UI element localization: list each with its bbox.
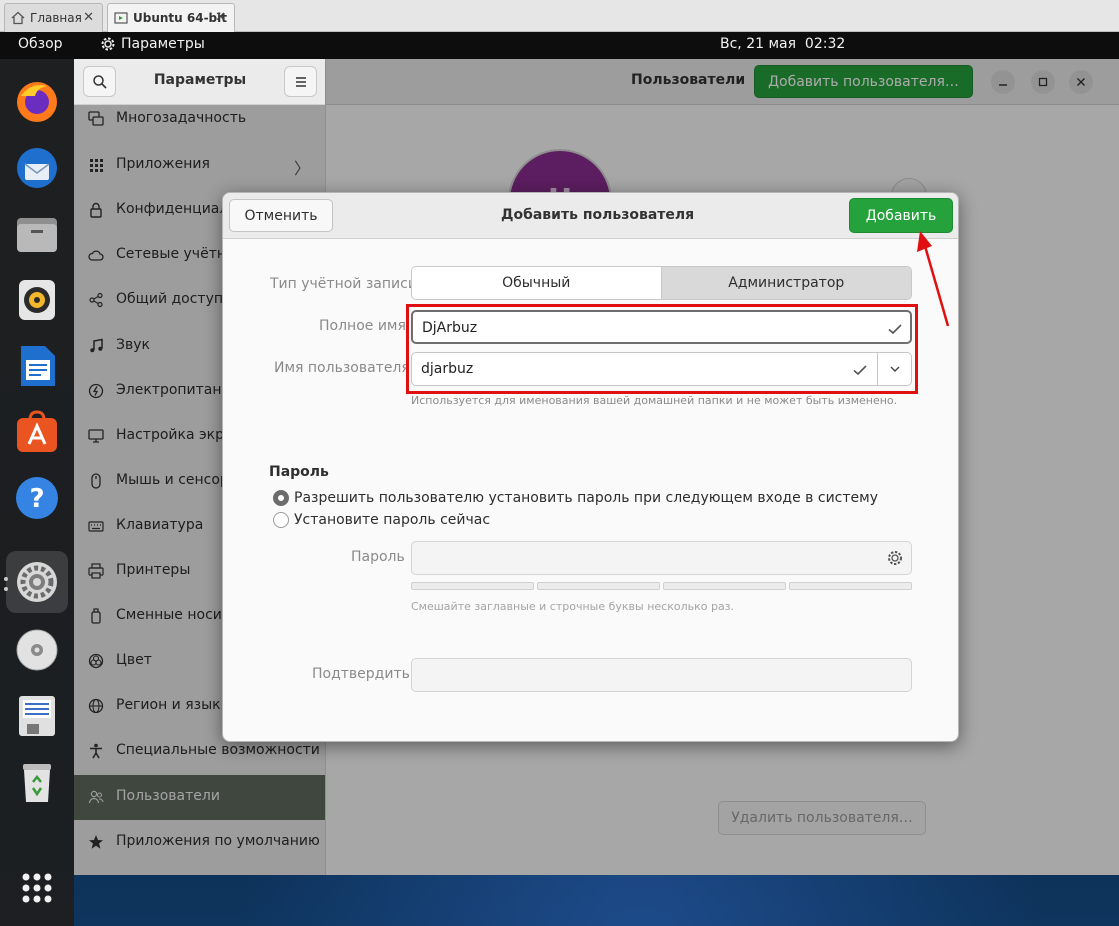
help-icon: ? <box>16 477 58 519</box>
checkmark-icon <box>888 324 902 335</box>
dialog-title: Добавить пользователя <box>501 207 695 223</box>
dock-trash[interactable] <box>12 757 62 807</box>
app-menu-label: Параметры <box>121 36 205 52</box>
host-tab-home[interactable]: Главная ✕ <box>4 3 103 32</box>
username-field[interactable]: djarbuz <box>411 352 878 386</box>
libreoffice-writer-icon <box>21 346 55 386</box>
add-user-dialog: Отменить Добавить пользователя Добавить … <box>222 192 959 742</box>
dock-firefox[interactable] <box>12 77 62 127</box>
radio-set-password-later[interactable]: Разрешить пользователю установить пароль… <box>273 490 878 506</box>
dock-show-apps[interactable] <box>12 863 62 913</box>
username-label: Имя пользователя <box>274 360 410 376</box>
trash-icon <box>23 764 51 802</box>
dvd-icon <box>16 629 58 671</box>
strength-segment <box>663 582 786 590</box>
hamburger-menu-icon <box>295 76 306 87</box>
dock-settings[interactable] <box>6 551 68 613</box>
chevron-down-icon <box>890 366 899 372</box>
host-tab-vm[interactable]: Ubuntu 64-bit ✕ <box>107 3 235 32</box>
floppy-icon <box>19 696 55 736</box>
password-heading: Пароль <box>269 464 329 480</box>
dock-dvd[interactable] <box>12 625 62 675</box>
strength-segment <box>537 582 660 590</box>
dock-files[interactable] <box>12 209 62 259</box>
password-strength-bar <box>411 582 912 590</box>
radio-label: Разрешить пользователю установить пароль… <box>294 490 878 506</box>
top-bar: Обзор Параметры Вс, 21 мая 02:32 <box>0 32 1119 59</box>
dock-thunderbird[interactable] <box>12 143 62 193</box>
password-field[interactable] <box>411 541 912 575</box>
firefox-icon <box>17 82 57 122</box>
close-icon[interactable]: ✕ <box>215 10 226 25</box>
generate-password-icon[interactable] <box>886 549 904 567</box>
app-menu[interactable]: Параметры <box>100 36 205 52</box>
fullname-label: Полное имя <box>319 318 406 334</box>
running-indicator <box>4 577 8 581</box>
account-type-label: Тип учётной записи <box>270 276 417 292</box>
dock-writer[interactable] <box>12 341 62 391</box>
host-tab-label: Ubuntu 64-bit <box>133 11 227 25</box>
account-type-standard[interactable]: Обычный <box>412 267 662 299</box>
confirm-password-label: Подтвердить <box>312 666 410 682</box>
username-suggestions-button[interactable] <box>877 352 912 386</box>
strength-segment <box>411 582 534 590</box>
dock-floppy[interactable] <box>12 691 62 741</box>
host-tab-strip: Главная ✕ Ubuntu 64-bit ✕ <box>0 0 1119 32</box>
thunderbird-icon <box>17 148 57 188</box>
clock[interactable]: Вс, 21 мая 02:32 <box>720 36 845 52</box>
gear-icon <box>101 37 115 51</box>
dock: ? <box>0 59 74 926</box>
cancel-button[interactable]: Отменить <box>229 199 333 232</box>
activities-button[interactable]: Обзор <box>18 36 63 52</box>
fullname-value: DjArbuz <box>422 320 478 336</box>
running-indicator <box>4 587 8 591</box>
password-hint: Смешайте заглавные и строчные буквы неск… <box>411 600 735 613</box>
vm-icon <box>114 12 128 24</box>
home-icon <box>11 11 25 25</box>
settings-icon <box>17 562 57 602</box>
password-label: Пароль <box>351 549 405 565</box>
dock-app-center[interactable] <box>12 407 62 457</box>
files-icon <box>17 218 57 252</box>
strength-segment <box>789 582 912 590</box>
add-button[interactable]: Добавить <box>849 198 953 233</box>
radio-button-checked[interactable] <box>273 490 289 506</box>
sidebar-header: Параметры <box>74 59 325 105</box>
dialog-header: Отменить Добавить пользователя Добавить <box>223 193 958 239</box>
svg-text:?: ? <box>29 484 44 514</box>
app-center-icon <box>17 410 57 452</box>
confirm-password-field[interactable] <box>411 658 912 692</box>
radio-button[interactable] <box>273 512 289 528</box>
username-value: djarbuz <box>421 361 474 377</box>
menu-button[interactable] <box>284 66 317 97</box>
account-type-toggle: Обычный Администратор <box>411 266 912 300</box>
rhythmbox-icon <box>19 280 55 320</box>
close-icon[interactable]: ✕ <box>83 10 94 25</box>
show-apps-icon <box>22 873 52 903</box>
radio-set-password-now[interactable]: Установите пароль сейчас <box>273 512 490 528</box>
host-tab-label: Главная <box>30 11 82 25</box>
radio-label: Установите пароль сейчас <box>294 512 491 528</box>
fullname-field[interactable]: DjArbuz <box>411 310 912 344</box>
account-type-administrator[interactable]: Администратор <box>661 267 911 299</box>
dock-rhythmbox[interactable] <box>12 275 62 325</box>
dock-help[interactable]: ? <box>12 473 62 523</box>
username-hint: Используется для именования вашей домашн… <box>411 394 898 407</box>
checkmark-icon <box>853 365 867 376</box>
